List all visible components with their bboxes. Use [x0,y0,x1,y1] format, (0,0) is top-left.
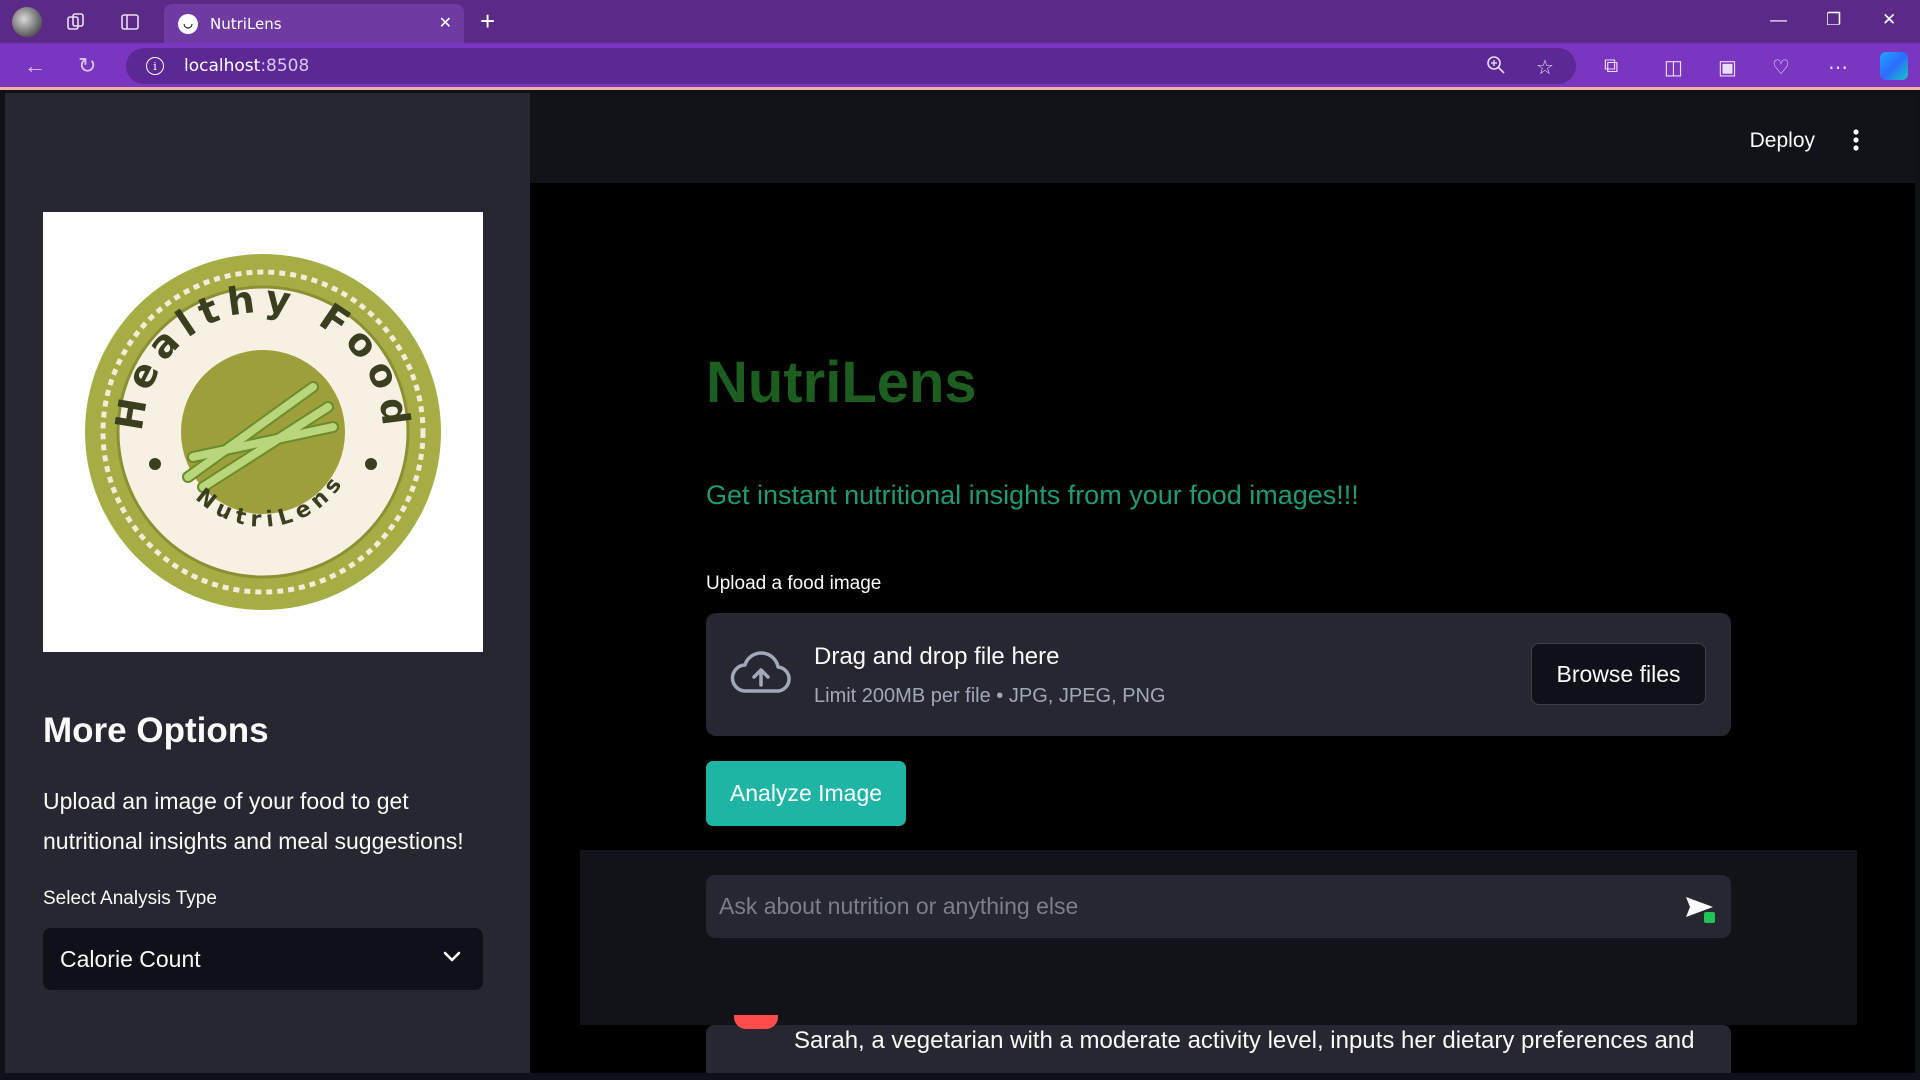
sidebar-description: Upload an image of your food to get nutr… [43,788,464,854]
app-header: Deploy [530,93,1915,183]
restore-icon[interactable]: ❐ [1826,10,1841,30]
analysis-type-select[interactable]: Calorie Count [43,928,483,990]
sidebar: Healthy Food NutriLens More Options Uplo… [5,93,530,1073]
browser-essentials-icon[interactable]: ♡ [1772,55,1790,80]
analysis-type-label: Select Analysis Type [43,888,217,909]
dropzone-hint: Limit 200MB per file • JPG, JPEG, PNG [814,685,1166,707]
chat-placeholder: Ask about nutrition or anything else [719,893,1079,919]
workspaces-icon[interactable] [62,8,90,36]
browser-titlebar: ◡ NutriLens ✕ + — ❐ ✕ [0,0,1920,43]
deploy-button[interactable]: Deploy [1750,129,1815,153]
browse-files-button[interactable]: Browse files [1531,643,1706,705]
upload-label: Upload a food image [706,573,882,594]
user-avatar [734,1015,778,1029]
chat-input[interactable]: Ask about nutrition or anything else [706,875,1731,938]
favorite-star-icon[interactable]: ☆ [1536,55,1554,80]
main-content: NutriLens Get instant nutritional insigh… [530,183,1915,1073]
dropzone-title: Drag and drop file here [814,643,1060,670]
site-info-icon[interactable]: i [146,57,164,75]
refresh-icon[interactable]: ↻ [78,53,96,79]
page-subtitle: Get instant nutritional insights from yo… [706,480,1359,510]
more-menu-icon[interactable]: ⋯ [1828,55,1848,80]
new-tab-icon[interactable]: + [480,6,495,37]
main-menu-icon[interactable] [1852,128,1860,157]
nutrilens-logo: Healthy Food NutriLens [43,212,483,652]
tab-close-icon[interactable]: ✕ [439,13,452,33]
page-title: NutriLens [706,350,977,415]
minimize-icon[interactable]: — [1770,10,1787,30]
file-dropzone[interactable]: Drag and drop file here Limit 200MB per … [706,613,1731,736]
send-icon[interactable] [1683,891,1717,930]
vertical-tabs-icon[interactable] [116,8,144,36]
chat-message-text: Sarah, a vegetarian with a moderate acti… [794,1027,1695,1054]
tab-nutrilens[interactable]: ◡ NutriLens ✕ [164,4,464,43]
analysis-type-value: Calorie Count [60,945,201,972]
profile-avatar[interactable] [12,7,42,37]
split-screen-icon[interactable]: ◫ [1664,55,1683,80]
chevron-down-icon [439,944,465,975]
extensions-icon[interactable]: ⧉ [1604,55,1618,78]
streamlit-favicon-icon: ◡ [178,13,198,34]
copilot-icon[interactable] [1880,52,1908,80]
tab-title: NutriLens [210,14,282,33]
chat-message: Sarah, a vegetarian with a moderate acti… [706,1015,1731,1073]
cloud-upload-icon [730,651,792,702]
chat-input-container: Ask about nutrition or anything else [580,850,1857,1025]
app-viewport: Healthy Food NutriLens More Options Uplo… [5,93,1915,1073]
sidebar-heading: More Options [43,711,269,750]
url-text: localhost:8508 [184,56,310,76]
zoom-icon[interactable] [1486,55,1506,81]
close-window-icon[interactable]: ✕ [1882,10,1896,30]
browser-toolbar: ← ↻ i localhost:8508 ☆ ⧉ ◫ ▣ ♡ ⋯ [0,43,1920,90]
collections-icon[interactable]: ▣ [1718,55,1737,80]
analyze-image-button[interactable]: Analyze Image [706,761,906,826]
address-bar[interactable]: i localhost:8508 [126,48,1576,84]
back-icon[interactable]: ← [24,53,46,79]
